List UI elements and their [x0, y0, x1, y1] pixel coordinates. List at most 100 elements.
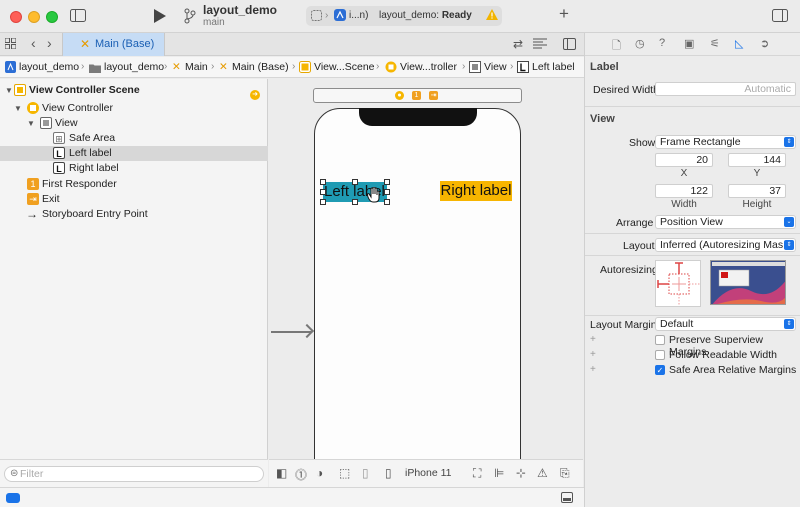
filter-input[interactable]	[20, 468, 250, 480]
jump-crumb-main[interactable]: Main	[185, 61, 208, 73]
outline-item-left-label[interactable]: L Left label	[0, 146, 268, 161]
iphone-device-icon[interactable]: ▯	[385, 466, 392, 480]
resize-handle[interactable]	[320, 199, 326, 205]
orientation-icon[interactable]: ⬚	[339, 466, 350, 480]
scheme-target-icon	[311, 10, 322, 24]
forward-chevron-icon[interactable]: ›	[47, 36, 52, 50]
history-inspector-icon[interactable]: ◷	[635, 37, 645, 50]
device-frame-icon[interactable]: ▯	[362, 466, 369, 480]
inspector-toggle-icon[interactable]	[772, 9, 788, 25]
outline-item-first-responder[interactable]: 1 First Responder	[0, 177, 268, 192]
align-icon[interactable]: ⊫	[494, 466, 504, 480]
resize-handle[interactable]	[320, 179, 326, 185]
first-responder-icon: 1	[27, 178, 39, 190]
x-field[interactable]: 20	[655, 153, 713, 167]
jump-crumb-left-label[interactable]: Left label	[532, 61, 575, 73]
back-chevron-icon[interactable]: ‹	[31, 36, 36, 50]
attributes-inspector-icon[interactable]: ⚟	[710, 37, 720, 50]
jump-crumb-view[interactable]: View	[484, 61, 507, 73]
safe-area-relative-margins-checkbox[interactable]: ✓	[655, 365, 665, 375]
disclosure-chevron-icon[interactable]: ▼	[27, 116, 35, 131]
label-icon	[517, 61, 529, 76]
jump-crumb-main-base[interactable]: Main (Base)	[232, 61, 289, 73]
add-icon[interactable]: +	[559, 5, 569, 22]
layout-popup[interactable]: Inferred (Autoresizing Mas... ⇕	[655, 238, 796, 252]
right-label[interactable]: Right label	[440, 181, 512, 201]
size-inspector-icon[interactable]: ◺	[735, 37, 743, 50]
add-constraints-icon[interactable]: ⊹	[516, 466, 526, 480]
file-inspector-icon[interactable]: 🗋	[612, 37, 621, 56]
resize-handle[interactable]	[352, 179, 358, 185]
storyboard-entry-arrow[interactable]	[271, 331, 311, 333]
outline-item-scene[interactable]: ▼ View Controller Scene ➜	[0, 83, 268, 100]
outline-item-view[interactable]: ▼ View	[0, 116, 268, 131]
filter-field[interactable]: ⊜	[4, 466, 264, 482]
resolve-issues-icon[interactable]: ⚠	[537, 466, 548, 480]
outline-toggle-icon[interactable]: ◧	[276, 466, 287, 480]
outline-item-exit[interactable]: ⇥ Exit	[0, 192, 268, 207]
outline-item-right-label[interactable]: L Right label	[0, 161, 268, 176]
dark-mode-icon[interactable]: ◑	[316, 466, 323, 480]
y-field[interactable]: 144	[728, 153, 786, 167]
height-field[interactable]: 37	[728, 184, 786, 198]
outline-item-label: View Controller Scene	[29, 84, 140, 96]
connections-inspector-icon[interactable]: ➲	[760, 37, 769, 50]
split-editor-icon[interactable]	[563, 38, 576, 53]
arrange-popup[interactable]: Position View ⌄	[655, 215, 796, 229]
resize-handle[interactable]	[320, 189, 326, 195]
embed-in-icon[interactable]: ⎘	[560, 466, 570, 481]
iphone-frame[interactable]: Left label Right label	[314, 108, 521, 459]
desired-width-field[interactable]: Automatic	[655, 82, 796, 96]
first-responder-dock-icon[interactable]: 1	[412, 91, 421, 100]
warning-icon[interactable]	[486, 9, 498, 23]
disclosure-chevron-icon[interactable]: ▼	[14, 101, 22, 116]
device-selector[interactable]: iPhone 11	[405, 467, 452, 479]
minimize-window-button[interactable]	[28, 11, 40, 23]
run-play-icon[interactable]	[154, 9, 166, 26]
grid-icon[interactable]	[4, 37, 17, 52]
editor-options-icon[interactable]	[533, 38, 547, 52]
resize-handle[interactable]	[384, 179, 390, 185]
window-toolbar: layout_demo main › i...n) layout_demo: R…	[0, 0, 800, 33]
resize-handle[interactable]	[352, 199, 358, 205]
activity-status-state: Ready	[441, 10, 472, 21]
width-field[interactable]: 122	[655, 184, 713, 198]
plus-icon[interactable]: +	[590, 349, 596, 360]
inspector-tabs: 🗋 ◷ ? ▣ ⚟ ◺ ➲	[585, 33, 800, 56]
jump-crumb-group[interactable]: layout_demo	[104, 61, 164, 73]
jump-crumb-scene[interactable]: View...Scene	[314, 61, 375, 73]
outline-item-entry-point[interactable]: → Storyboard Entry Point	[0, 207, 268, 222]
show-popup[interactable]: Frame Rectangle ⇕	[655, 135, 796, 149]
outline-item-safe-area[interactable]: ⊞ Safe Area	[0, 131, 268, 146]
tab-main-base[interactable]: ✕ Main (Base)	[62, 33, 165, 56]
layout-margins-popup[interactable]: Default ⇕	[655, 317, 796, 331]
autoresizing-mask-control[interactable]	[655, 260, 701, 307]
follow-readable-width-checkbox[interactable]	[655, 350, 665, 360]
navigator-toggle-icon[interactable]	[70, 9, 86, 25]
resize-handle[interactable]	[384, 189, 390, 195]
jump-crumb-project[interactable]: layout_demo	[19, 61, 79, 73]
update-frames-icon[interactable]: ⛶	[473, 466, 481, 481]
outline-item-label: First Responder	[42, 178, 117, 190]
exit-dock-icon[interactable]: ⇥	[429, 91, 438, 100]
identity-inspector-icon[interactable]: ▣	[684, 37, 694, 50]
appearance-up-icon[interactable]: ⓵	[295, 466, 307, 483]
scene-arrow-icon[interactable]: ➜	[250, 90, 260, 100]
view-controller-dock-icon[interactable]: ●	[395, 91, 404, 100]
related-items-icon[interactable]: ⇄	[513, 37, 523, 51]
preserve-superview-margins-checkbox[interactable]	[655, 335, 665, 345]
close-window-button[interactable]	[10, 11, 22, 23]
safe-area-relative-margins-label: Safe Area Relative Margins	[669, 364, 797, 376]
resize-handle[interactable]	[384, 199, 390, 205]
storyboard-canvas[interactable]: ● 1 ⇥ Left label Right label	[269, 79, 583, 459]
debug-area-toggle-icon[interactable]	[561, 492, 573, 503]
zoom-window-button[interactable]	[46, 11, 58, 23]
debug-area-chip-icon[interactable]	[6, 493, 20, 503]
jump-crumb-view-controller[interactable]: View...troller	[400, 61, 457, 73]
quick-help-icon[interactable]: ?	[659, 37, 665, 49]
plus-icon[interactable]: +	[590, 364, 596, 375]
plus-icon[interactable]: +	[590, 334, 596, 345]
arrange-label: Arrange	[616, 217, 654, 229]
outline-item-view-controller[interactable]: ▼ View Controller	[0, 101, 268, 116]
disclosure-chevron-icon[interactable]: ▼	[5, 83, 13, 98]
